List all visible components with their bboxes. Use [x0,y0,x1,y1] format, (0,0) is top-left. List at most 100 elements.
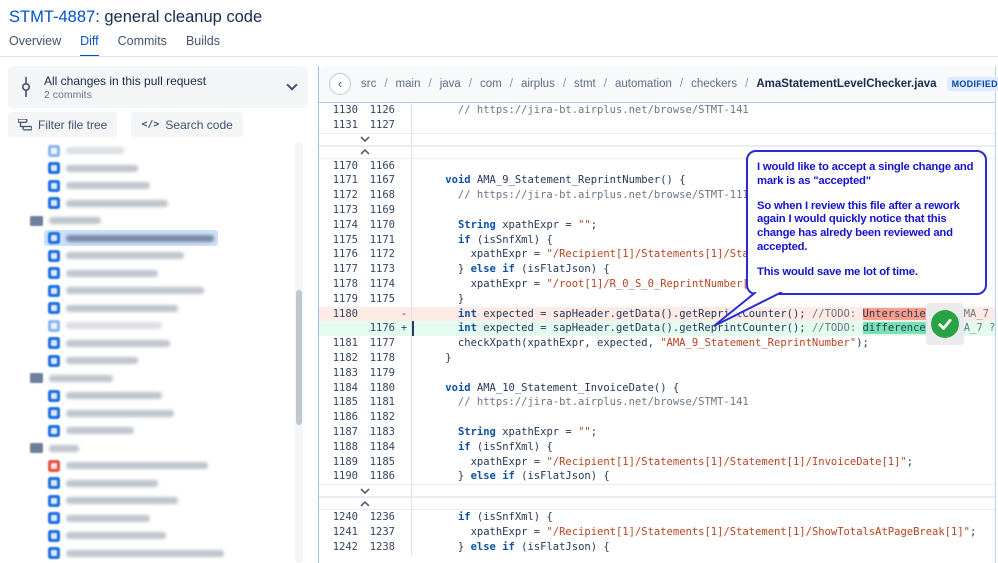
old-line-number[interactable]: 1185 [319,395,363,410]
tree-file-item[interactable] [0,177,292,195]
tree-file-item[interactable] [0,387,292,405]
expand-down-icon[interactable] [319,485,411,496]
old-line-number[interactable]: 1188 [319,440,363,455]
tree-file-item[interactable] [0,230,292,248]
old-line-number[interactable]: 1242 [319,540,363,555]
new-line-number[interactable]: 1173 [363,262,397,277]
tree-file-item[interactable] [0,457,292,475]
tree-file-item[interactable] [0,475,292,493]
old-line-number[interactable]: 1177 [319,262,363,277]
new-line-number[interactable]: 1126 [363,103,397,118]
tree-item-inner [44,388,166,404]
new-line-number[interactable]: 1178 [363,351,397,366]
tree-file-item[interactable] [0,405,292,423]
tree-file-item[interactable] [0,160,292,178]
old-line-number[interactable] [319,321,363,336]
new-line-number[interactable]: 1236 [363,510,397,525]
tab-commits[interactable]: Commits [118,34,167,57]
tree-file-item[interactable] [0,300,292,318]
old-line-number[interactable]: 1180 [319,307,363,322]
old-line-number[interactable]: 1181 [319,336,363,351]
tree-file-item[interactable] [0,545,292,563]
new-line-number[interactable]: 1169 [363,203,397,218]
tree-folder-item[interactable] [0,370,292,388]
new-line-number[interactable]: 1183 [363,425,397,440]
tree-file-item[interactable] [0,422,292,440]
old-line-number[interactable]: 1190 [319,469,363,484]
tree-file-item[interactable] [0,527,292,545]
tab-overview[interactable]: Overview [9,34,61,57]
new-line-number[interactable]: 1184 [363,440,397,455]
tree-file-item[interactable] [0,282,292,300]
new-line-number[interactable]: 1127 [363,118,397,133]
issue-key-link[interactable]: STMT-4887 [9,8,95,26]
new-line-number[interactable]: 1174 [363,277,397,292]
new-line-number[interactable]: 1186 [363,469,397,484]
changes-dropdown[interactable]: All changes in this pull request 2 commi… [8,66,308,108]
old-line-number[interactable]: 1182 [319,351,363,366]
old-line-number[interactable]: 1184 [319,381,363,396]
tree-file-item[interactable] [0,317,292,335]
expand-context-row[interactable] [319,497,995,510]
tree-folder-item[interactable] [0,212,292,230]
new-line-number[interactable]: 1179 [363,366,397,381]
old-line-number[interactable]: 1179 [319,292,363,307]
expand-down-icon[interactable] [319,134,411,145]
old-line-number[interactable]: 1131 [319,118,363,133]
new-line-number[interactable]: 1172 [363,247,397,262]
tree-file-item[interactable] [0,335,292,353]
new-line-number[interactable]: 1168 [363,188,397,203]
tree-file-item[interactable] [0,265,292,283]
tree-file-item[interactable] [0,492,292,510]
old-line-number[interactable]: 1186 [319,410,363,425]
expand-context-row[interactable] [319,133,995,146]
new-line-number[interactable]: 1167 [363,173,397,188]
old-line-number[interactable]: 1173 [319,203,363,218]
tree-folder-item[interactable] [0,440,292,458]
tab-diff[interactable]: Diff [80,34,99,57]
old-line-number[interactable]: 1187 [319,425,363,440]
tree-item-inner [44,318,166,334]
old-line-number[interactable]: 1170 [319,159,363,174]
tree-file-item[interactable] [0,195,292,213]
back-button[interactable]: ‹ [329,73,351,95]
old-line-number[interactable]: 1176 [319,247,363,262]
search-code-button[interactable]: </> Search code [131,112,242,137]
new-line-number[interactable]: 1171 [363,233,397,248]
old-line-number[interactable]: 1240 [319,510,363,525]
new-line-number[interactable]: 1175 [363,292,397,307]
new-line-number[interactable]: 1170 [363,218,397,233]
tab-builds[interactable]: Builds [186,34,220,57]
tree-file-item[interactable] [0,247,292,265]
new-line-number[interactable]: 1185 [363,455,397,470]
old-line-number[interactable]: 1178 [319,277,363,292]
new-line-number[interactable]: 1182 [363,410,397,425]
file-tree-scrollbar-thumb[interactable] [296,290,302,425]
breadcrumb-segment: src [361,78,376,90]
new-line-number[interactable]: 1176 [363,321,397,336]
tree-file-item[interactable] [0,352,292,370]
new-line-number[interactable] [363,307,397,322]
tree-file-item[interactable] [0,510,292,528]
new-line-number[interactable]: 1238 [363,540,397,555]
expand-up-icon[interactable] [319,498,411,509]
old-line-number[interactable]: 1183 [319,366,363,381]
new-line-number[interactable]: 1180 [363,381,397,396]
new-line-number[interactable]: 1181 [363,395,397,410]
expand-up-icon[interactable] [319,147,411,158]
new-line-number[interactable]: 1166 [363,159,397,174]
old-line-number[interactable]: 1175 [319,233,363,248]
old-line-number[interactable]: 1171 [319,173,363,188]
old-line-number[interactable]: 1172 [319,188,363,203]
old-line-number[interactable]: 1189 [319,455,363,470]
old-line-number[interactable]: 1241 [319,525,363,540]
added-marker: + [397,321,411,336]
tree-file-item[interactable] [0,142,292,160]
old-line-number[interactable]: 1130 [319,103,363,118]
old-line-number[interactable]: 1174 [319,218,363,233]
expand-context-row[interactable] [319,484,995,497]
filter-file-tree-button[interactable]: Filter file tree [8,112,117,137]
file-tree-scrollbar[interactable] [295,142,303,563]
new-line-number[interactable]: 1237 [363,525,397,540]
new-line-number[interactable]: 1177 [363,336,397,351]
